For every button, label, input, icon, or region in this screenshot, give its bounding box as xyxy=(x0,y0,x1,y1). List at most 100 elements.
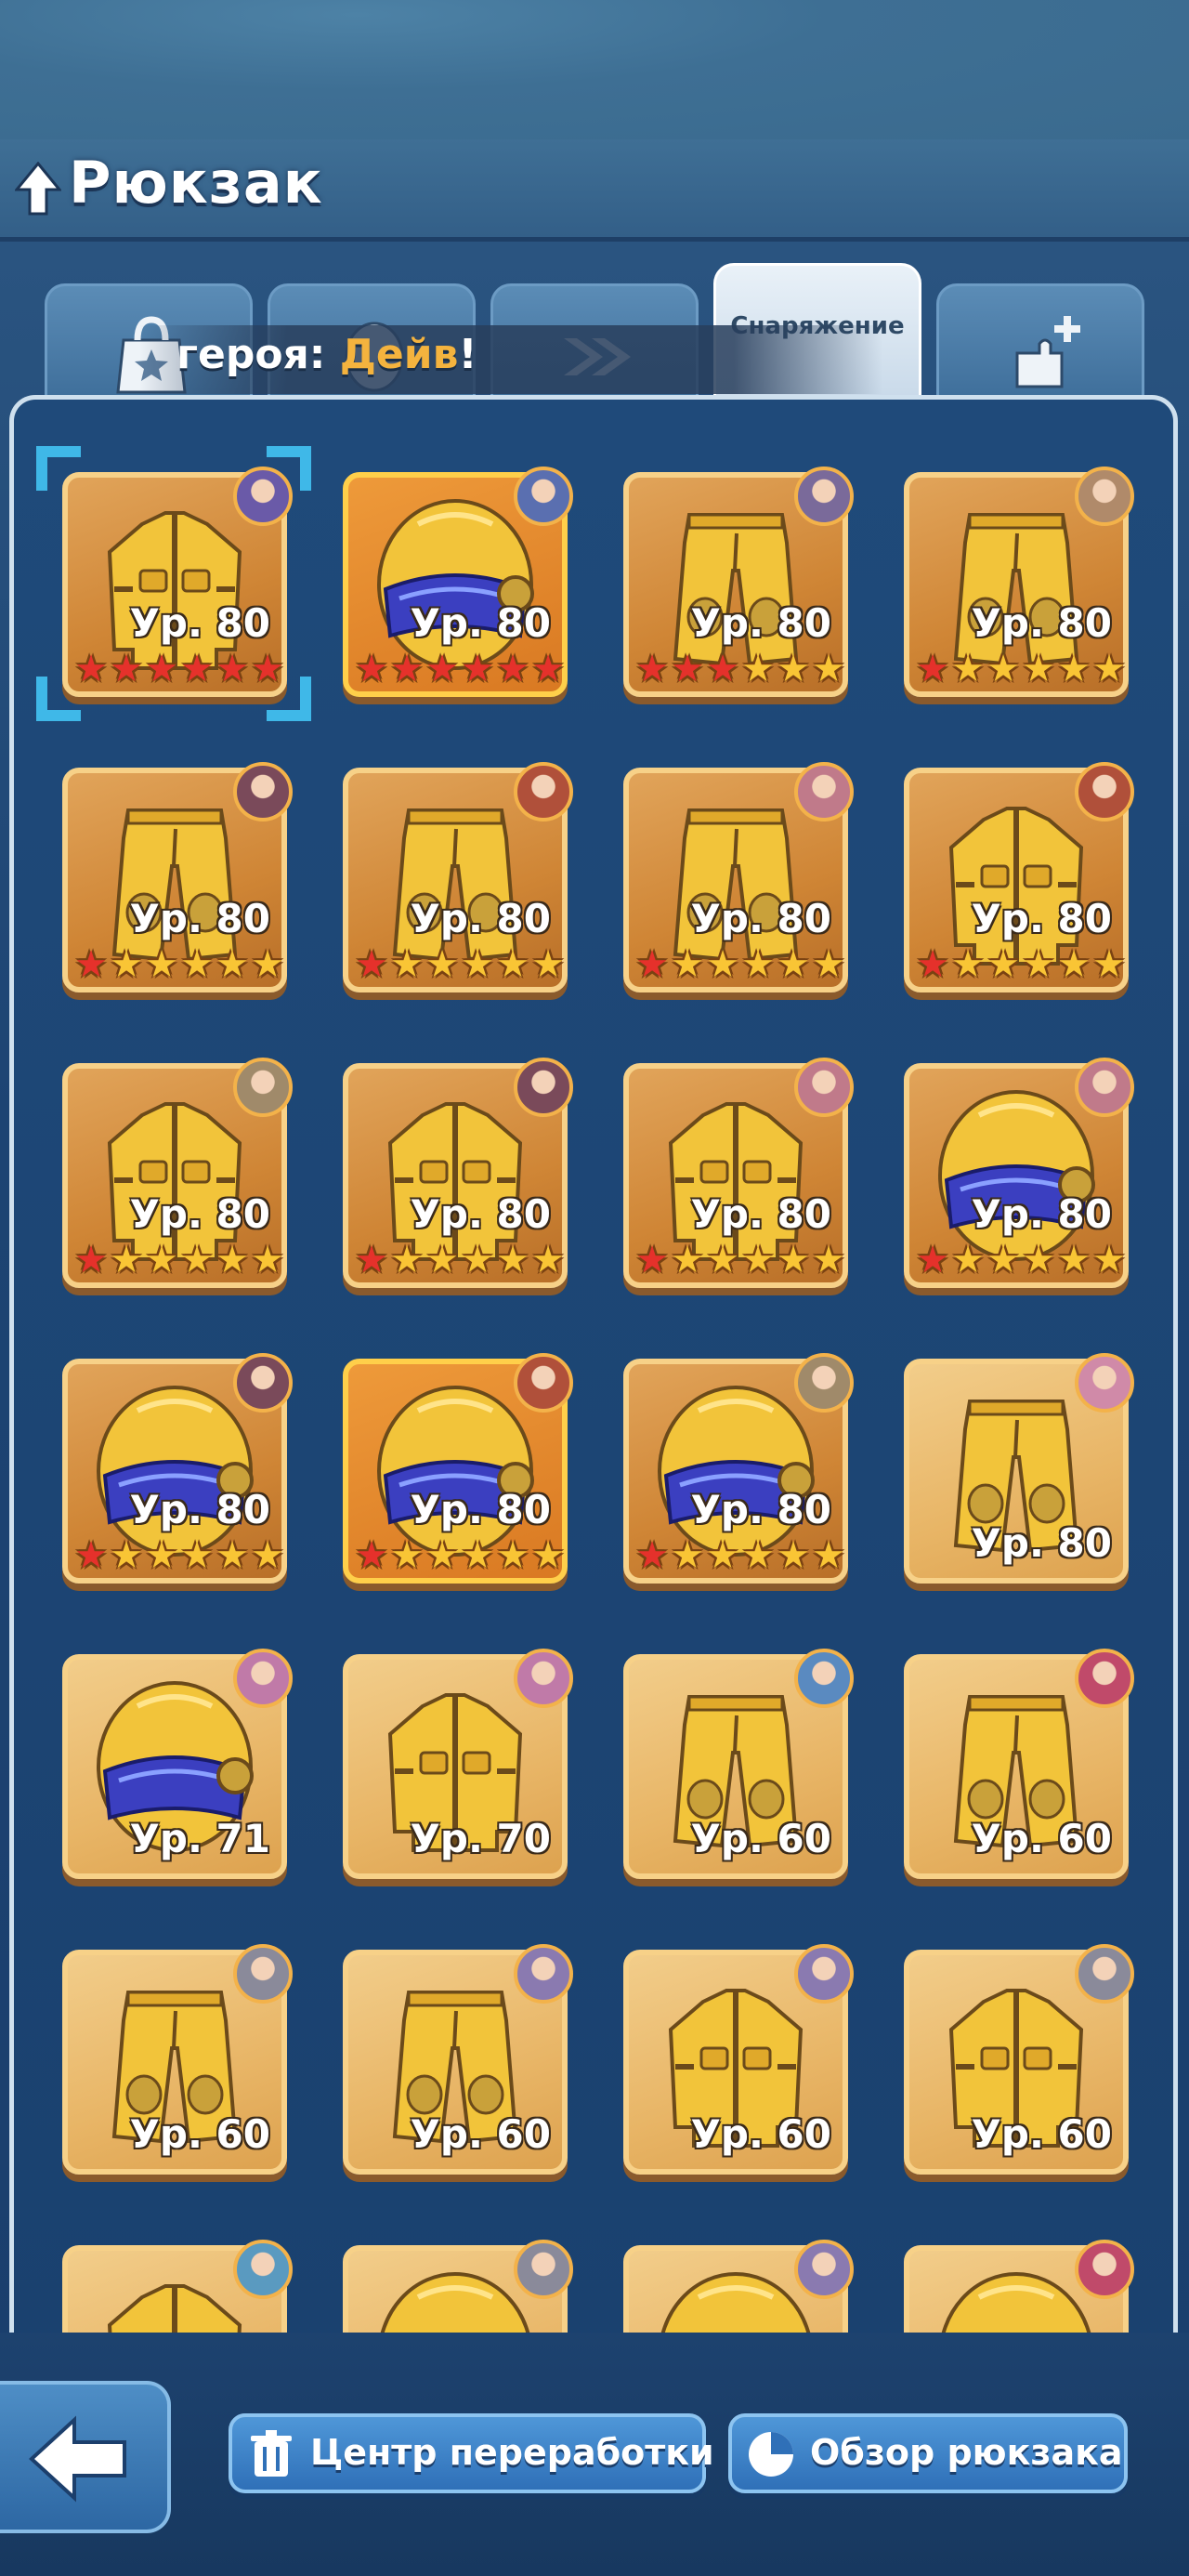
item-level: Ур. 80 xyxy=(690,1191,831,1237)
gold-star-icon: ★ xyxy=(216,1239,249,1281)
gold-star-icon: ★ xyxy=(180,943,214,986)
inventory-item[interactable] xyxy=(904,2240,1134,2333)
hero-avatar xyxy=(1075,1353,1134,1413)
gold-star-icon: ★ xyxy=(1092,648,1126,690)
inventory-item[interactable]: Ур. 60 xyxy=(343,1944,573,2175)
item-level: Ур. 70 xyxy=(410,1816,551,1861)
arrow-up-icon[interactable] xyxy=(15,162,61,216)
item-level: Ур. 80 xyxy=(129,896,270,941)
star-rating: ★ ★ ★ ★ ★ ★ xyxy=(915,1242,1127,1279)
hero-avatar xyxy=(794,1353,854,1413)
item-level: Ур. 71 xyxy=(129,1816,270,1861)
gold-star-icon: ★ xyxy=(741,943,775,986)
item-level: Ур. 80 xyxy=(129,1191,270,1237)
inventory-item[interactable]: Ур. 71 xyxy=(62,1649,293,1879)
inventory-item[interactable]: Ур. 70 xyxy=(343,1649,573,1879)
star-rating: ★ ★ ★ ★ ★ ★ xyxy=(915,946,1127,983)
inventory-item[interactable]: Ур. 80 ★ ★ ★ ★ ★ ★ xyxy=(62,1058,293,1288)
gold-star-icon: ★ xyxy=(1022,1239,1055,1281)
star-rating: ★ ★ ★ ★ ★ ★ xyxy=(634,1242,846,1279)
recycle-center-button[interactable]: Центр переработки xyxy=(229,2413,714,2493)
gold-star-icon: ★ xyxy=(777,648,810,690)
hero-avatar xyxy=(233,1944,293,2004)
gold-star-icon: ★ xyxy=(531,1239,565,1281)
gold-star-icon: ★ xyxy=(741,1239,775,1281)
gold-star-icon: ★ xyxy=(145,1239,178,1281)
gold-star-icon: ★ xyxy=(706,943,739,986)
red-star-icon: ★ xyxy=(635,648,669,690)
item-level: Ур. 80 xyxy=(410,1191,551,1237)
inventory-item[interactable]: Ур. 80 ★ ★ ★ ★ ★ ★ xyxy=(623,1353,854,1584)
gold-star-icon: ★ xyxy=(1057,648,1091,690)
inventory-item[interactable]: Ур. 80 ★ ★ ★ ★ ★ ★ xyxy=(904,762,1134,992)
inventory-item[interactable]: Ур. 80 ★ ★ ★ ★ ★ ★ xyxy=(623,1058,854,1288)
inventory-item[interactable]: Ур. 60 xyxy=(904,1649,1134,1879)
inventory-item[interactable]: Ур. 60 xyxy=(904,1944,1134,2175)
back-button[interactable] xyxy=(0,2381,171,2533)
inventory-item[interactable]: Ур. 80 ★ ★ ★ ★ ★ ★ xyxy=(62,1353,293,1584)
hero-name: Дейв xyxy=(339,331,459,378)
hero-avatar xyxy=(514,467,573,526)
gold-star-icon: ★ xyxy=(110,943,143,986)
inventory-item[interactable] xyxy=(623,2240,854,2333)
star-rating: ★ ★ ★ ★ ★ ★ xyxy=(354,1537,566,1574)
gold-star-icon: ★ xyxy=(216,1534,249,1577)
gold-star-icon: ★ xyxy=(1022,648,1055,690)
inventory-item[interactable]: Ур. 60 xyxy=(623,1649,854,1879)
inventory-item[interactable]: Ур. 80 ★ ★ ★ ★ ★ ★ xyxy=(623,762,854,992)
inventory-item[interactable]: Ур. 80 ★ ★ ★ ★ ★ ★ xyxy=(343,1058,573,1288)
red-star-icon: ★ xyxy=(355,943,388,986)
red-star-icon: ★ xyxy=(74,1534,108,1577)
gold-star-icon: ★ xyxy=(986,648,1020,690)
gold-star-icon: ★ xyxy=(531,943,565,986)
puzzle-plus-icon xyxy=(1015,316,1080,388)
inventory-item[interactable]: Ур. 80 ★ ★ ★ ★ ★ ★ xyxy=(623,467,854,697)
red-star-icon: ★ xyxy=(74,943,108,986)
red-star-icon: ★ xyxy=(916,648,949,690)
item-level: Ур. 80 xyxy=(129,1487,270,1532)
red-star-icon: ★ xyxy=(671,648,704,690)
hero-avatar xyxy=(514,1649,573,1708)
red-star-icon: ★ xyxy=(355,648,388,690)
inventory-item[interactable]: Ур. 80 xyxy=(904,1353,1134,1584)
inventory-item[interactable]: Ур. 80 ★ ★ ★ ★ ★ ★ xyxy=(904,1058,1134,1288)
red-star-icon: ★ xyxy=(496,648,529,690)
gold-star-icon: ★ xyxy=(110,1534,143,1577)
inventory-item[interactable]: Ур. 80 ★ ★ ★ ★ ★ ★ xyxy=(343,467,573,697)
tab-fragments[interactable] xyxy=(936,283,1144,402)
inventory-item[interactable]: Ур. 80 ★ ★ ★ ★ ★ ★ xyxy=(343,1353,573,1584)
gold-star-icon: ★ xyxy=(812,1534,845,1577)
inventory-item[interactable] xyxy=(343,2240,573,2333)
gold-star-icon: ★ xyxy=(145,1534,178,1577)
inventory-item[interactable]: Ур. 80 ★ ★ ★ ★ ★ ★ xyxy=(343,762,573,992)
gold-star-icon: ★ xyxy=(1092,943,1126,986)
gold-star-icon: ★ xyxy=(1092,1239,1126,1281)
item-level: Ур. 60 xyxy=(971,2111,1112,2157)
gold-star-icon: ★ xyxy=(251,943,284,986)
hero-avatar xyxy=(794,1649,854,1708)
gold-star-icon: ★ xyxy=(496,1534,529,1577)
hero-banner-prefix: героя: xyxy=(176,331,340,378)
item-level: Ур. 60 xyxy=(971,1816,1112,1861)
hero-avatar xyxy=(233,1058,293,1117)
inventory-item[interactable] xyxy=(62,2240,293,2333)
hero-avatar xyxy=(514,762,573,821)
star-rating: ★ ★ ★ ★ ★ ★ xyxy=(354,651,566,688)
trash-icon xyxy=(251,2430,292,2477)
hero-avatar xyxy=(794,762,854,821)
gold-star-icon: ★ xyxy=(671,1534,704,1577)
item-level: Ур. 60 xyxy=(690,2111,831,2157)
red-star-icon: ★ xyxy=(916,943,949,986)
inventory-item[interactable]: Ур. 60 xyxy=(62,1944,293,2175)
gold-star-icon: ★ xyxy=(777,943,810,986)
inventory-item[interactable]: Ур. 60 xyxy=(623,1944,854,2175)
inventory-item[interactable]: Ур. 80 ★ ★ ★ ★ ★ ★ xyxy=(904,467,1134,697)
gold-star-icon: ★ xyxy=(986,943,1020,986)
gold-star-icon: ★ xyxy=(951,648,985,690)
gold-star-icon: ★ xyxy=(1057,943,1091,986)
item-level: Ур. 80 xyxy=(971,600,1112,646)
inventory-item[interactable]: Ур. 80 ★ ★ ★ ★ ★ ★ xyxy=(62,762,293,992)
star-rating: ★ ★ ★ ★ ★ ★ xyxy=(354,946,566,983)
backpack-overview-button[interactable]: Обзор рюкзака xyxy=(728,2413,1128,2493)
star-rating: ★ ★ ★ ★ ★ ★ xyxy=(915,651,1127,688)
